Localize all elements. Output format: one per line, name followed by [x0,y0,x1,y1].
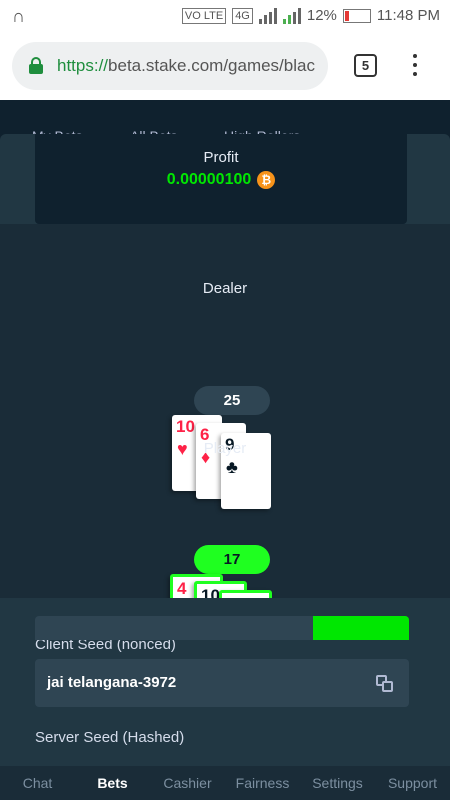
profit-amount: 0.00000100 [166,171,252,188]
server-seed-label: Server Seed (Hashed) [35,729,185,746]
bottom-navigation: Chat Bets Cashier Fairness Settings Supp… [0,766,450,800]
dealer-label: Dealer [202,280,248,297]
lock-icon [29,57,43,74]
dealer-score-badge: 25 [194,386,270,415]
url-text[interactable]: https://beta.stake.com/games/blac [57,56,315,76]
player-label: Player [203,440,247,457]
profit-label: Profit [203,149,239,166]
battery-icon [342,8,371,23]
server-seed-action-button[interactable] [313,616,409,640]
profit-panel: Profit 0.00000100 ₿ [35,134,407,224]
address-bar[interactable]: https://beta.stake.com/games/blac [12,42,328,90]
volte-icon: VO LTE [181,7,227,24]
status-bar: ∩ VO LTE 4G 12% 11:48 PM [0,0,450,32]
url-scheme: https:// [57,56,109,75]
overflow-menu-icon[interactable] [405,54,425,80]
status-icons: VO LTE 4G 12% 11:48 PM [181,7,440,24]
client-seed-field[interactable]: jai telangana-3972 [35,659,409,707]
signal-sim1-icon [258,7,277,24]
club-icon: ♣ [226,457,238,477]
player-score-badge: 17 [194,545,270,574]
nav-cashier[interactable]: Cashier [150,766,225,800]
nav-settings[interactable]: Settings [300,766,375,800]
tab-switcher-button[interactable]: 5 [354,54,377,77]
client-seed-value: jai telangana-3972 [47,674,177,691]
nav-chat[interactable]: Chat [0,766,75,800]
card-rank: 4 [177,579,187,598]
bet-details-modal: Profit 0.00000100 ₿ Dealer 25 10 ♥ 6 ♦ 9… [0,134,450,774]
copy-icon[interactable] [376,675,394,693]
blackjack-table: Dealer 25 10 ♥ 6 ♦ 9 ♣ Player 17 4 ♦ 10 … [0,224,450,670]
nav-support[interactable]: Support [375,766,450,800]
profit-value-row: 0.00000100 ₿ [35,171,407,189]
url-host-path: beta.stake.com/games/blac [108,56,315,75]
card-rank: 10 [176,417,195,436]
server-seed-field[interactable] [35,616,409,640]
signal-sim2-icon [282,7,301,24]
nav-bets[interactable]: Bets [75,766,150,800]
bitcoin-icon: ₿ [257,171,276,189]
browser-toolbar: https://beta.stake.com/games/blac 5 [0,32,450,100]
4g-icon: 4G [232,7,253,24]
battery-percent: 12% [306,7,337,24]
clock: 11:48 PM [376,7,440,24]
nav-fairness[interactable]: Fairness [225,766,300,800]
headset-icon: ∩ [12,6,25,26]
